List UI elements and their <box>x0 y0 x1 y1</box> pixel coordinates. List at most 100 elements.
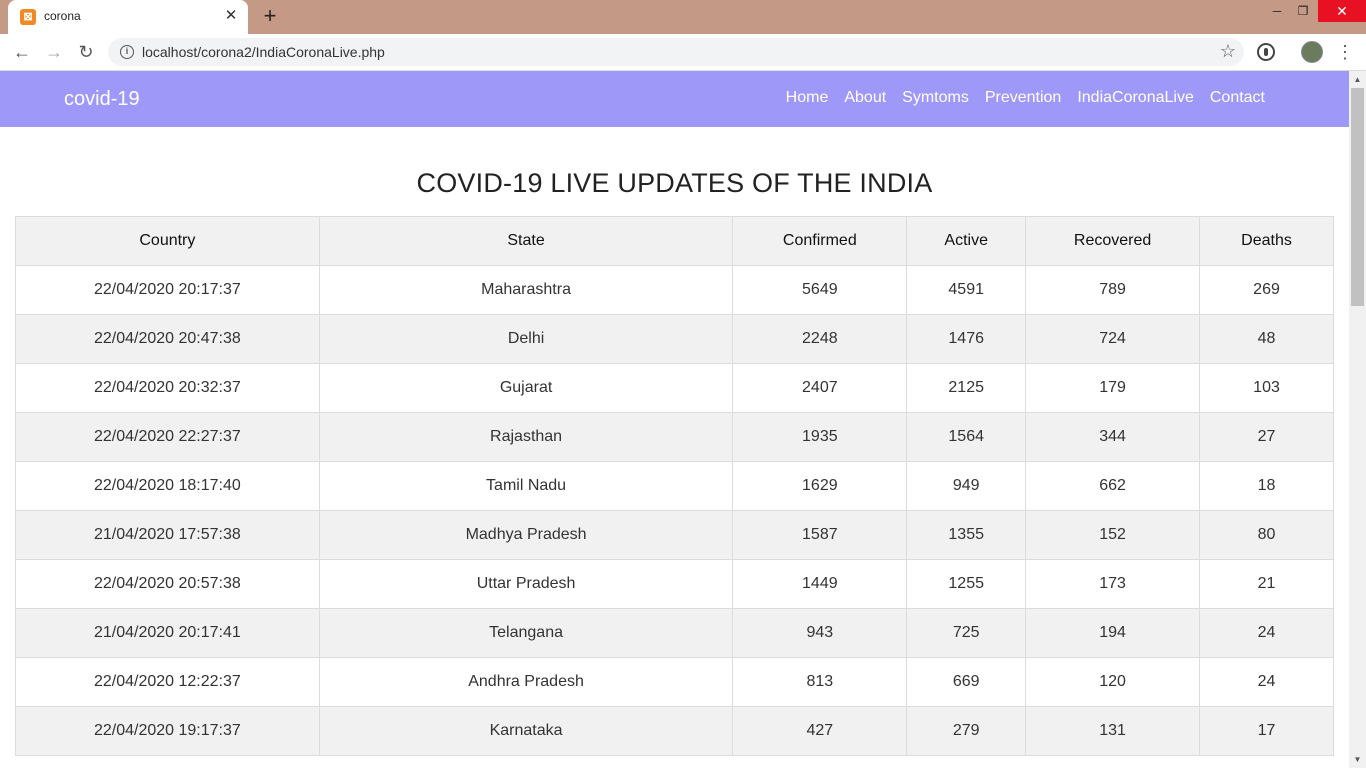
cell-state: Karnataka <box>318 706 734 756</box>
cell-deaths: 103 <box>1199 363 1334 413</box>
cell-confirmed: 1449 <box>732 559 908 609</box>
table-row: 22/04/2020 12:22:37 Andhra Pradesh 813 669 1… <box>15 657 1334 707</box>
nav-link-about[interactable]: About <box>844 89 886 107</box>
cell-deaths: 27 <box>1199 412 1334 462</box>
column-header-deaths: Deaths <box>1199 216 1334 266</box>
cell-country: 22/04/2020 20:57:38 <box>15 559 320 609</box>
cell-state: Madhya Pradesh <box>318 510 734 560</box>
cell-state: Telangana <box>318 608 734 658</box>
cell-country: 22/04/2020 20:32:37 <box>15 363 320 413</box>
column-header-recovered: Recovered <box>1025 216 1201 266</box>
cell-active: 1355 <box>906 510 1027 560</box>
cell-country: 22/04/2020 22:27:37 <box>15 412 320 462</box>
close-window-button[interactable]: ✕ <box>1318 0 1366 22</box>
cell-state: Uttar Pradesh <box>318 559 734 609</box>
address-bar[interactable]: i localhost/corona2/IndiaCoronaLive.php … <box>108 38 1244 66</box>
browser-toolbar: ← → ↻ i localhost/corona2/IndiaCoronaLiv… <box>0 34 1366 71</box>
cell-country: 21/04/2020 20:17:41 <box>15 608 320 658</box>
table-row: 21/04/2020 17:57:38 Madhya Pradesh 1587 135… <box>15 510 1334 560</box>
close-tab-icon[interactable]: ✕ <box>222 7 240 25</box>
extension-icon[interactable] <box>1257 43 1275 61</box>
cell-active: 1476 <box>906 314 1027 364</box>
cell-recovered: 179 <box>1025 363 1201 413</box>
browser-menu-icon[interactable]: ⋮ <box>1336 40 1354 64</box>
cell-confirmed: 427 <box>732 706 908 756</box>
browser-tabstrip: ⊠ corona ✕ + ─ ❐ ✕ <box>0 0 1366 34</box>
cell-country: 22/04/2020 20:17:37 <box>15 265 320 315</box>
nav-link-home[interactable]: Home <box>786 89 829 107</box>
site-navbar: covid-19 Home About Symtoms Prevention I… <box>0 71 1349 127</box>
covid-cases-table: Country State Confirmed Active Recovered… <box>15 216 1334 756</box>
cell-active: 725 <box>906 608 1027 658</box>
table-row: 22/04/2020 19:17:37 Karnataka 427 279 131 17 <box>15 706 1334 756</box>
cell-confirmed: 1935 <box>732 412 908 462</box>
forward-arrow-icon[interactable]: → <box>42 40 66 64</box>
cell-active: 669 <box>906 657 1027 707</box>
table-row: 22/04/2020 18:17:40 Tamil Nadu 1629 949 662 1… <box>15 461 1334 511</box>
back-arrow-icon[interactable]: ← <box>10 40 34 64</box>
cell-deaths: 269 <box>1199 265 1334 315</box>
page-scrollbar[interactable]: ▲ ▼ <box>1349 71 1366 768</box>
cell-confirmed: 943 <box>732 608 908 658</box>
url-text[interactable]: localhost/corona2/IndiaCoronaLive.php <box>142 44 385 60</box>
table-row: 22/04/2020 20:57:38 Uttar Pradesh 1449 1255… <box>15 559 1334 609</box>
table-header-row: Country State Confirmed Active Recovered… <box>15 216 1334 266</box>
cell-recovered: 344 <box>1025 412 1201 462</box>
new-tab-button[interactable]: + <box>258 5 282 29</box>
bookmark-star-icon[interactable]: ☆ <box>1220 41 1236 62</box>
cell-country: 22/04/2020 20:47:38 <box>15 314 320 364</box>
cell-active: 2125 <box>906 363 1027 413</box>
nav-link-indiacoronalive[interactable]: IndiaCoronaLive <box>1077 89 1194 107</box>
cell-confirmed: 2407 <box>732 363 908 413</box>
site-info-icon[interactable]: i <box>120 45 134 59</box>
cell-confirmed: 5649 <box>732 265 908 315</box>
nav-link-symtoms[interactable]: Symtoms <box>902 89 969 107</box>
cell-active: 1564 <box>906 412 1027 462</box>
cell-deaths: 17 <box>1199 706 1334 756</box>
reload-icon[interactable]: ↻ <box>74 40 98 64</box>
cell-deaths: 80 <box>1199 510 1334 560</box>
cell-confirmed: 2248 <box>732 314 908 364</box>
cell-country: 22/04/2020 12:22:37 <box>15 657 320 707</box>
cell-recovered: 120 <box>1025 657 1201 707</box>
table-row: 22/04/2020 20:47:38 Delhi 2248 1476 724 48 <box>15 314 1334 364</box>
cell-deaths: 18 <box>1199 461 1334 511</box>
cell-recovered: 724 <box>1025 314 1201 364</box>
cell-confirmed: 1587 <box>732 510 908 560</box>
cell-deaths: 24 <box>1199 657 1334 707</box>
column-header-active: Active <box>906 216 1027 266</box>
cell-confirmed: 1629 <box>732 461 908 511</box>
cell-country: 21/04/2020 17:57:38 <box>15 510 320 560</box>
profile-avatar[interactable] <box>1301 41 1323 63</box>
cell-active: 4591 <box>906 265 1027 315</box>
table-row: 22/04/2020 20:32:37 Gujarat 2407 2125 179 103 <box>15 363 1334 413</box>
table-row: 21/04/2020 20:17:41 Telangana 943 725 194 24 <box>15 608 1334 658</box>
cell-active: 1255 <box>906 559 1027 609</box>
nav-link-contact[interactable]: Contact <box>1210 89 1265 107</box>
column-header-country: Country <box>15 216 320 266</box>
page-title: COVID-19 LIVE UPDATES OF THE INDIA <box>416 168 933 198</box>
cell-country: 22/04/2020 19:17:37 <box>15 706 320 756</box>
cell-active: 279 <box>906 706 1027 756</box>
scroll-down-arrow-icon[interactable]: ▼ <box>1349 751 1366 768</box>
cell-state: Delhi <box>318 314 734 364</box>
nav-links: Home About Symtoms Prevention IndiaCoron… <box>786 89 1265 107</box>
cell-deaths: 21 <box>1199 559 1334 609</box>
nav-link-prevention[interactable]: Prevention <box>985 89 1062 107</box>
scrollbar-thumb[interactable] <box>1351 88 1364 306</box>
scroll-up-arrow-icon[interactable]: ▲ <box>1349 71 1366 88</box>
cell-state: Gujarat <box>318 363 734 413</box>
cell-deaths: 24 <box>1199 608 1334 658</box>
table-row: 22/04/2020 22:27:37 Rajasthan 1935 1564 344 2… <box>15 412 1334 462</box>
table-row: 22/04/2020 20:17:37 Maharashtra 5649 4591 78… <box>15 265 1334 315</box>
column-header-state: State <box>318 216 734 266</box>
cell-recovered: 173 <box>1025 559 1201 609</box>
cell-state: Andhra Pradesh <box>318 657 734 707</box>
cell-recovered: 152 <box>1025 510 1201 560</box>
browser-tab[interactable]: ⊠ corona ✕ <box>8 0 248 34</box>
site-brand[interactable]: covid-19 <box>64 88 140 111</box>
page-viewport: covid-19 Home About Symtoms Prevention I… <box>0 71 1349 768</box>
cell-deaths: 48 <box>1199 314 1334 364</box>
cell-active: 949 <box>906 461 1027 511</box>
cell-confirmed: 813 <box>732 657 908 707</box>
